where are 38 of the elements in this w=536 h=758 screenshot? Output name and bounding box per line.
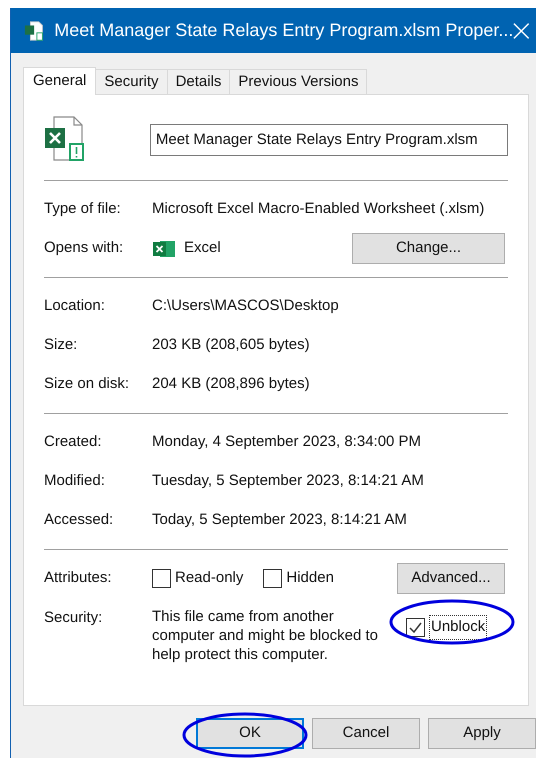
property-label: Security: — [44, 608, 104, 628]
close-icon[interactable] — [513, 22, 530, 40]
property-value: Microsoft Excel Macro-Enabled Worksheet (.xlsm) — [152, 199, 484, 220]
property-value: Today, 5 September 2023, 8:14:21 AM — [152, 510, 407, 530]
property-label: Location: — [44, 296, 106, 316]
property-label: Attributes: — [44, 568, 113, 588]
checkbox-label[interactable]: Hidden — [286, 567, 334, 590]
dialog-button[interactable]: Cancel — [312, 718, 420, 749]
security-warning-text: This file came from another computer and might be blocked to help protect this computer. — [152, 607, 379, 664]
checkbox[interactable] — [263, 569, 282, 588]
dialog-button[interactable]: OK — [196, 718, 304, 749]
unblock-checkbox[interactable] — [406, 618, 425, 637]
file-name-field[interactable]: Meet Manager State Relays Entry Program.xlsm — [150, 124, 508, 156]
property-label: Size on disk: — [44, 374, 130, 394]
property-value: Tuesday, 5 September 2023, 8:14:21 AM — [152, 471, 424, 492]
excel-file-icon — [24, 20, 44, 42]
property-value: 203 KB (208,605 bytes) — [152, 335, 310, 356]
property-value: Monday, 4 September 2023, 8:34:00 PM — [152, 432, 422, 452]
property-label: Accessed: — [44, 510, 114, 530]
tab[interactable]: General — [23, 67, 96, 95]
checkbox-label[interactable]: Unblock — [429, 615, 488, 640]
property-label: Modified: — [44, 471, 106, 492]
property-label: Created: — [44, 432, 103, 452]
property-value: 204 KB (208,896 bytes) — [152, 374, 310, 394]
property-label: Size: — [44, 335, 78, 356]
tab[interactable]: Previous Versions — [229, 69, 368, 94]
property-value: Excel — [184, 238, 221, 258]
excel-macro-file-icon — [44, 116, 86, 164]
change-button[interactable]: Change... — [352, 233, 505, 264]
property-value: C:\Users\MASCOS\Desktop — [152, 296, 339, 316]
advanced-button[interactable]: Advanced... — [397, 563, 505, 594]
property-label: Opens with: — [44, 238, 124, 258]
dialog-button[interactable]: Apply — [428, 718, 536, 749]
excel-icon — [152, 238, 176, 258]
checkbox-label[interactable]: Read-only — [175, 567, 244, 590]
property-label: Type of file: — [44, 199, 122, 220]
window-title: Meet Manager State Relays Entry Program.xlsm Proper... — [54, 19, 514, 42]
checkbox[interactable] — [152, 569, 171, 588]
